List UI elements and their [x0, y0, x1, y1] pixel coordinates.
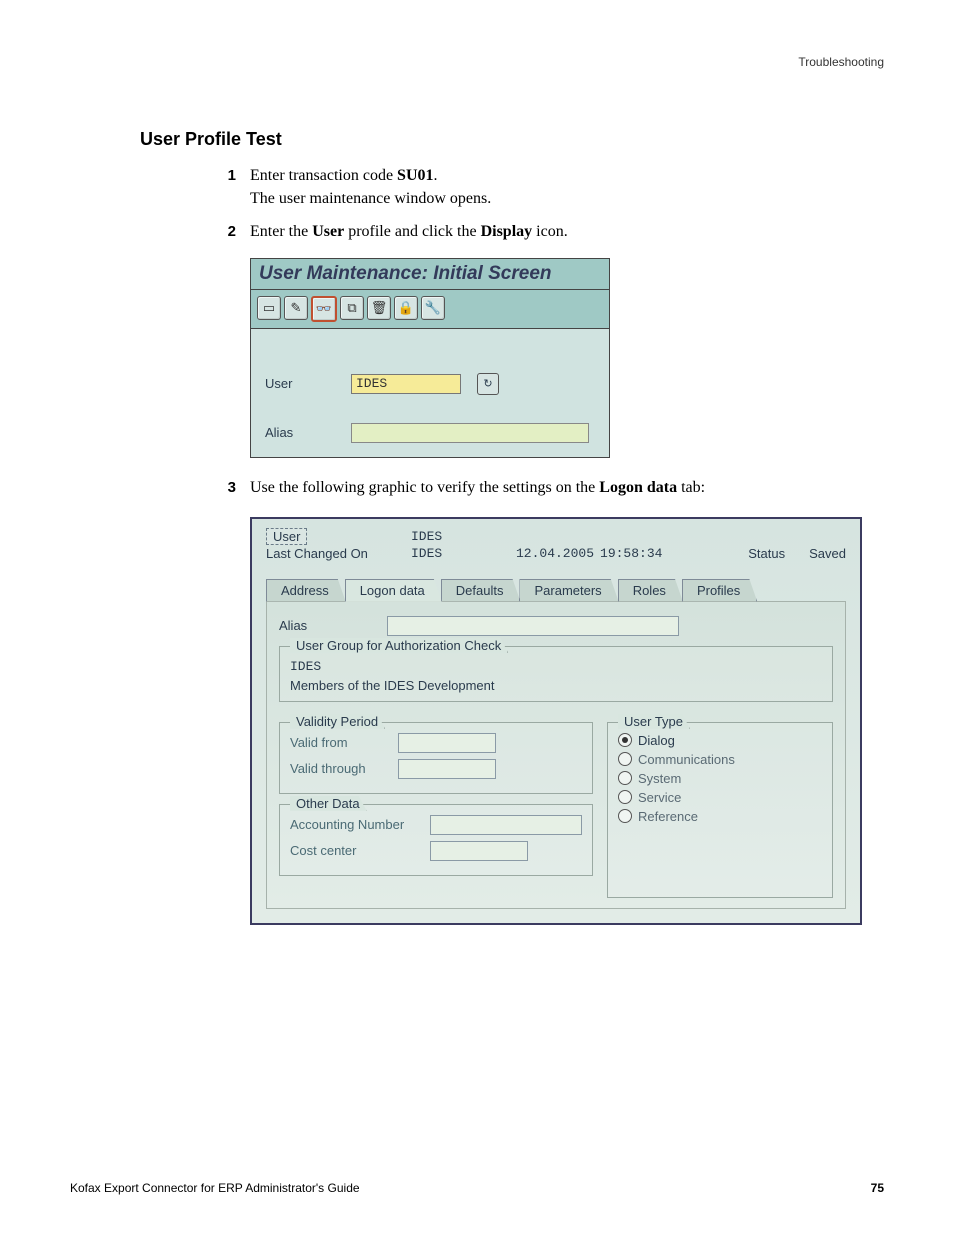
validity-legend: Validity Period [290, 714, 385, 729]
new-icon[interactable]: ▭ [257, 296, 281, 320]
status-value: Saved [809, 546, 846, 561]
user-input[interactable] [351, 374, 461, 394]
last-changed-label: Last Changed On [266, 546, 411, 561]
radio-service[interactable]: Service [618, 790, 822, 805]
tab-roles[interactable]: Roles [618, 579, 683, 602]
radio-icon [618, 809, 632, 823]
radio-icon [618, 790, 632, 804]
valid-from-input[interactable] [398, 733, 496, 753]
valid-through-input[interactable] [398, 759, 496, 779]
page-footer: Kofax Export Connector for ERP Administr… [70, 1181, 884, 1195]
user-type-box: User Type Dialog Communications [607, 722, 833, 898]
display-icon[interactable]: 👓 [311, 296, 337, 322]
valid-through-label: Valid through [290, 761, 398, 776]
last-changed-date: 12.04.2005 [516, 546, 594, 561]
cost-center-label: Cost center [290, 843, 430, 858]
step-3-body: Use the following graphic to verify the … [250, 476, 705, 499]
radio-icon [618, 733, 632, 747]
radio-system[interactable]: System [618, 771, 822, 786]
radio-reference[interactable]: Reference [618, 809, 822, 824]
tab-address[interactable]: Address [266, 579, 346, 602]
header-right: Troubleshooting [798, 55, 884, 69]
other-data-legend: Other Data [290, 796, 367, 811]
tab-logon-data[interactable]: Logon data [345, 579, 442, 602]
value-help-icon[interactable]: ↻ [477, 373, 499, 395]
edit-icon[interactable]: ✎ [284, 296, 308, 320]
step-number: 2 [220, 223, 236, 240]
step-number: 3 [220, 479, 236, 496]
user-label: User [266, 528, 307, 545]
page-header: Troubleshooting [70, 55, 884, 69]
validity-period-box: Validity Period Valid from Valid through [279, 722, 593, 794]
other-data-box: Other Data Accounting Number Cost center [279, 804, 593, 876]
section-heading: User Profile Test [140, 129, 884, 150]
user-label: User [265, 376, 341, 391]
lock-icon[interactable]: 🔒 [394, 296, 418, 320]
radio-communications[interactable]: Communications [618, 752, 822, 767]
alias-input[interactable] [387, 616, 679, 636]
user-type-legend: User Type [618, 714, 690, 729]
last-changed-by: IDES [411, 546, 516, 561]
wrench-icon[interactable]: 🔧 [421, 296, 445, 320]
tab-profiles[interactable]: Profiles [682, 579, 757, 602]
radio-icon [618, 771, 632, 785]
group-description: Members of the IDES Development [290, 678, 822, 693]
valid-from-label: Valid from [290, 735, 398, 750]
step-number: 1 [220, 167, 236, 184]
group-value: IDES [290, 659, 822, 674]
tabstrip: Address Logon data Defaults Parameters R… [252, 579, 860, 602]
accounting-number-label: Accounting Number [290, 817, 430, 832]
tab-content: Alias User Group for Authorization Check… [266, 601, 846, 909]
status-label: Status [748, 546, 785, 561]
sap-initial-screen: User Maintenance: Initial Screen ▭ ✎ 👓 ⧉… [250, 258, 610, 458]
user-group-box: User Group for Authorization Check IDES … [279, 646, 833, 702]
delete-icon[interactable]: 🗑 [367, 296, 391, 320]
toolbar: ▭ ✎ 👓 ⧉ 🗑 🔒 🔧 [250, 289, 610, 328]
footer-left: Kofax Export Connector for ERP Administr… [70, 1181, 360, 1195]
radio-dialog[interactable]: Dialog [618, 733, 822, 748]
group-legend: User Group for Authorization Check [290, 638, 508, 653]
copy-icon[interactable]: ⧉ [340, 296, 364, 320]
accounting-number-input[interactable] [430, 815, 582, 835]
user-value: IDES [411, 529, 442, 544]
alias-input[interactable] [351, 423, 589, 443]
sap-logon-data-screen: User IDES Last Changed On IDES 12.04.200… [250, 517, 862, 925]
alias-label: Alias [265, 425, 341, 440]
page-number: 75 [871, 1181, 884, 1195]
last-changed-time: 19:58:34 [600, 546, 662, 561]
alias-label: Alias [279, 618, 387, 633]
tab-defaults[interactable]: Defaults [441, 579, 521, 602]
radio-icon [618, 752, 632, 766]
tab-parameters[interactable]: Parameters [519, 579, 618, 602]
step-1-body: Enter transaction code SU01. The user ma… [250, 164, 491, 210]
cost-center-input[interactable] [430, 841, 528, 861]
step-2-body: Enter the User profile and click the Dis… [250, 220, 568, 243]
window-title: User Maintenance: Initial Screen [250, 258, 610, 289]
